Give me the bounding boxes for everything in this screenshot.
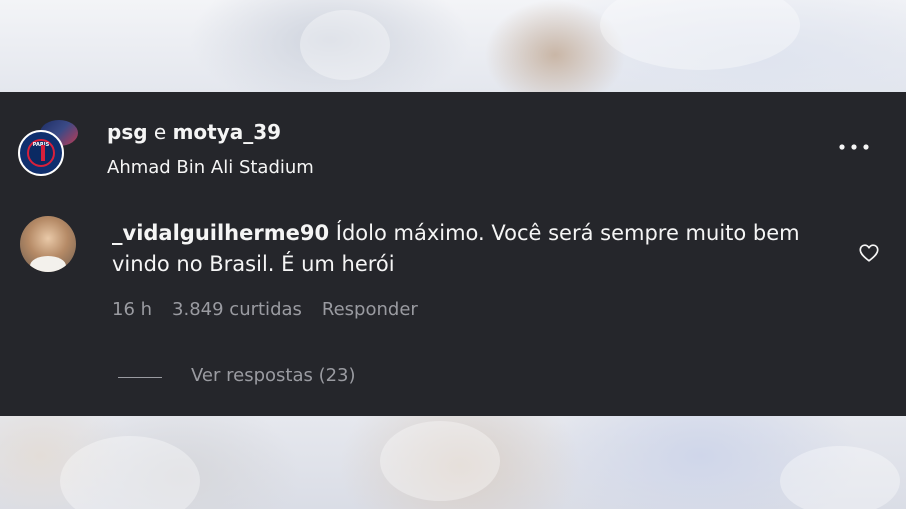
reply-button[interactable]: Responder <box>322 299 418 320</box>
post-accounts: psg e motya_39 <box>107 120 281 144</box>
psg-crest-icon: PARIS <box>27 139 55 167</box>
comment-item: _vidalguilherme90 Ídolo máximo. Você ser… <box>0 202 906 416</box>
background-photo-bottom <box>0 416 906 509</box>
psg-avatar[interactable]: PARIS <box>18 130 64 176</box>
comment-time: 16 h <box>112 299 153 320</box>
account-secondary-link[interactable]: motya_39 <box>173 120 282 144</box>
comment-likes[interactable]: 3.849 curtidas <box>172 299 302 320</box>
instagram-comment-screenshot: PARIS psg e motya_39 Ahmad Bin Ali Stadi… <box>0 0 906 509</box>
more-options-icon[interactable] <box>836 137 872 157</box>
background-photo-top <box>0 0 906 92</box>
commenter-username[interactable]: _vidalguilherme90 <box>112 221 329 245</box>
heart-icon[interactable] <box>858 242 880 264</box>
location-link[interactable]: Ahmad Bin Ali Stadium <box>107 157 314 178</box>
account-primary-link[interactable]: psg <box>107 120 148 144</box>
post-header: PARIS psg e motya_39 Ahmad Bin Ali Stadi… <box>0 92 906 202</box>
comment-meta: 16 h 3.849 curtidas Responder <box>112 299 438 320</box>
account-connector: e <box>153 120 167 144</box>
comment-panel: PARIS psg e motya_39 Ahmad Bin Ali Stadi… <box>0 92 906 416</box>
view-replies-label: Ver respostas (23) <box>191 365 356 386</box>
replies-divider <box>118 377 162 378</box>
comment-body: _vidalguilherme90 Ídolo máximo. Você ser… <box>112 218 812 280</box>
commenter-avatar[interactable] <box>20 216 76 272</box>
